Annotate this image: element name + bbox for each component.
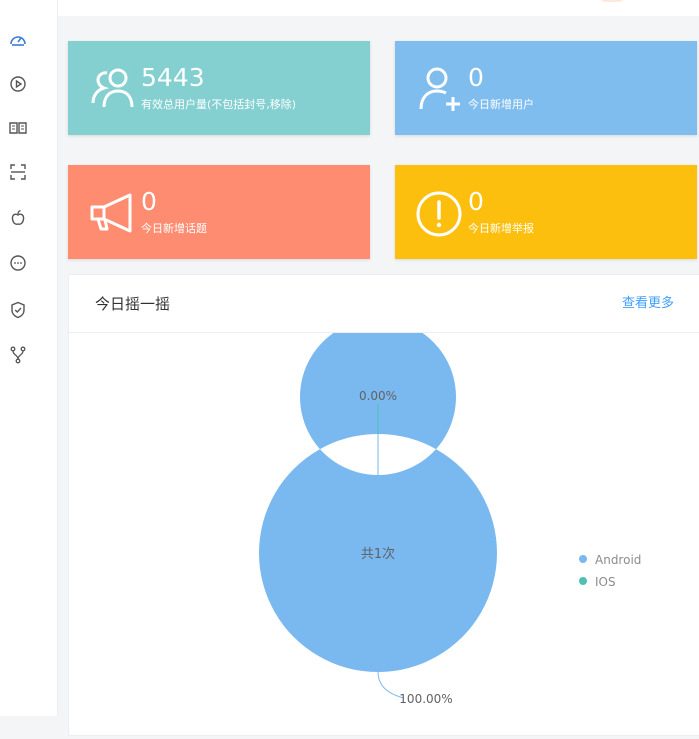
total-users-card[interactable]: 5443 有效总用户量(不包括封号,移除) — [68, 41, 370, 135]
card-label: 今日新增用户 — [468, 98, 534, 111]
card-label: 有效总用户量(不包括封号,移除) — [141, 98, 297, 111]
card-label: 今日新增话题 — [141, 222, 207, 235]
megaphone-icon — [88, 187, 140, 239]
add-user-icon — [415, 63, 467, 115]
label-ios-percent: 0.00% — [359, 389, 397, 403]
card-value: 0 — [468, 187, 484, 216]
new-reports-card[interactable]: 0 今日新增举报 — [395, 165, 697, 259]
card-value: 0 — [141, 187, 157, 216]
top-decoration — [598, 0, 626, 2]
shake-panel: 今日摇一摇 查看更多 0.00% 100.00% 共1次 Android IOS — [68, 274, 699, 736]
sidebar — [0, 0, 58, 716]
dashboard-icon[interactable] — [8, 30, 28, 50]
legend-marker — [579, 577, 587, 585]
legend-item-ios[interactable]: IOS — [579, 575, 616, 589]
scan-icon[interactable] — [8, 162, 28, 182]
alert-icon — [415, 187, 467, 239]
fork-icon[interactable] — [8, 345, 28, 365]
card-value: 0 — [468, 63, 484, 92]
legend-label: IOS — [595, 575, 616, 589]
users-icon — [88, 63, 140, 115]
legend-item-android[interactable]: Android — [579, 553, 641, 567]
book-icon[interactable] — [8, 118, 28, 138]
center-total-label: 共1次 — [361, 546, 395, 562]
pie-chart: 0.00% 100.00% 共1次 Android IOS — [69, 319, 699, 735]
apple-icon[interactable] — [8, 208, 28, 228]
legend-label: Android — [595, 553, 642, 567]
card-label: 今日新增举报 — [468, 222, 534, 235]
view-more-link[interactable]: 查看更多 — [622, 295, 674, 313]
chat-icon[interactable] — [8, 253, 28, 273]
pie-chart-svg: 0.00% 100.00% 共1次 — [258, 319, 497, 706]
panel-header: 今日摇一摇 查看更多 — [69, 275, 699, 333]
card-value: 5443 — [141, 63, 205, 92]
play-circle-icon[interactable] — [8, 74, 28, 94]
new-topics-card[interactable]: 0 今日新增话题 — [68, 165, 370, 259]
shield-check-icon[interactable] — [8, 300, 28, 320]
pie-slice — [258, 319, 497, 672]
new-users-card[interactable]: 0 今日新增用户 — [395, 41, 697, 135]
panel-title: 今日摇一摇 — [95, 295, 171, 313]
top-bar — [58, 0, 699, 16]
legend-marker — [579, 555, 587, 563]
label-android-percent: 100.00% — [399, 692, 452, 706]
